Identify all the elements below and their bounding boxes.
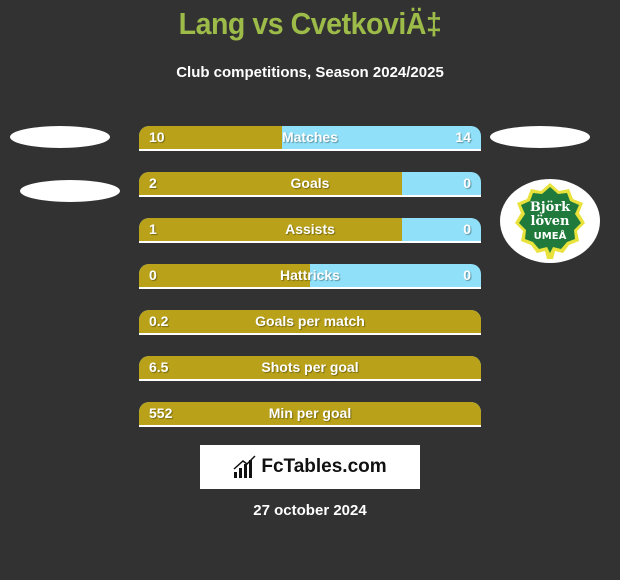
stat-bar-assists: Assists 1 0 <box>139 218 481 243</box>
left-value: 0 <box>149 267 157 283</box>
right-team-logo: Björk löven UMEÅ <box>500 179 600 263</box>
right-value: 0 <box>463 267 471 283</box>
logo-text-3: UMEÅ <box>534 229 567 242</box>
left-player-photo-placeholder <box>10 126 110 148</box>
bjorkloven-leaf-icon: Björk löven UMEÅ <box>515 183 585 259</box>
bar-chart-icon <box>233 455 256 478</box>
page-subtitle: Club competitions, Season 2024/2025 <box>176 64 444 81</box>
brand-name: FcTables.com <box>261 456 387 477</box>
left-value: 0.2 <box>149 313 169 329</box>
stat-bar-min-per-goal: Min per goal 552 <box>139 402 481 427</box>
right-player-photo-placeholder <box>490 126 590 148</box>
stat-label: Min per goal <box>268 405 352 421</box>
left-value: 552 <box>149 405 173 421</box>
page-title: Lang vs CvetkoviÄ‡ <box>178 6 442 41</box>
left-value: 2 <box>149 175 157 191</box>
left-value: 10 <box>149 129 165 145</box>
right-value: 14 <box>455 129 471 145</box>
stat-label: Goals per match <box>255 313 365 329</box>
stat-bar-goals: Goals 2 0 <box>139 172 481 197</box>
stat-label: Hattricks <box>280 267 340 283</box>
fctables-brand[interactable]: FcTables.com <box>200 445 420 489</box>
stat-bar-goals-per-match: Goals per match 0.2 <box>139 310 481 335</box>
stat-label: Assists <box>285 221 335 237</box>
stat-label: Shots per goal <box>261 359 359 375</box>
right-value: 0 <box>463 221 471 237</box>
left-team-logo-placeholder <box>20 180 120 202</box>
right-value: 0 <box>463 175 471 191</box>
stat-label: Matches <box>281 129 339 145</box>
date-label: 27 october 2024 <box>253 502 367 519</box>
left-value: 1 <box>149 221 157 237</box>
stat-label: Goals <box>290 175 330 191</box>
logo-text-2: löven <box>531 214 570 229</box>
stat-bar-matches: Matches 10 14 <box>139 126 481 151</box>
stat-bar-shots-per-goal: Shots per goal 6.5 <box>139 356 481 381</box>
stat-bar-hattricks: Hattricks 0 0 <box>139 264 481 289</box>
left-value: 6.5 <box>149 359 169 375</box>
logo-text-1: Björk <box>530 200 571 215</box>
